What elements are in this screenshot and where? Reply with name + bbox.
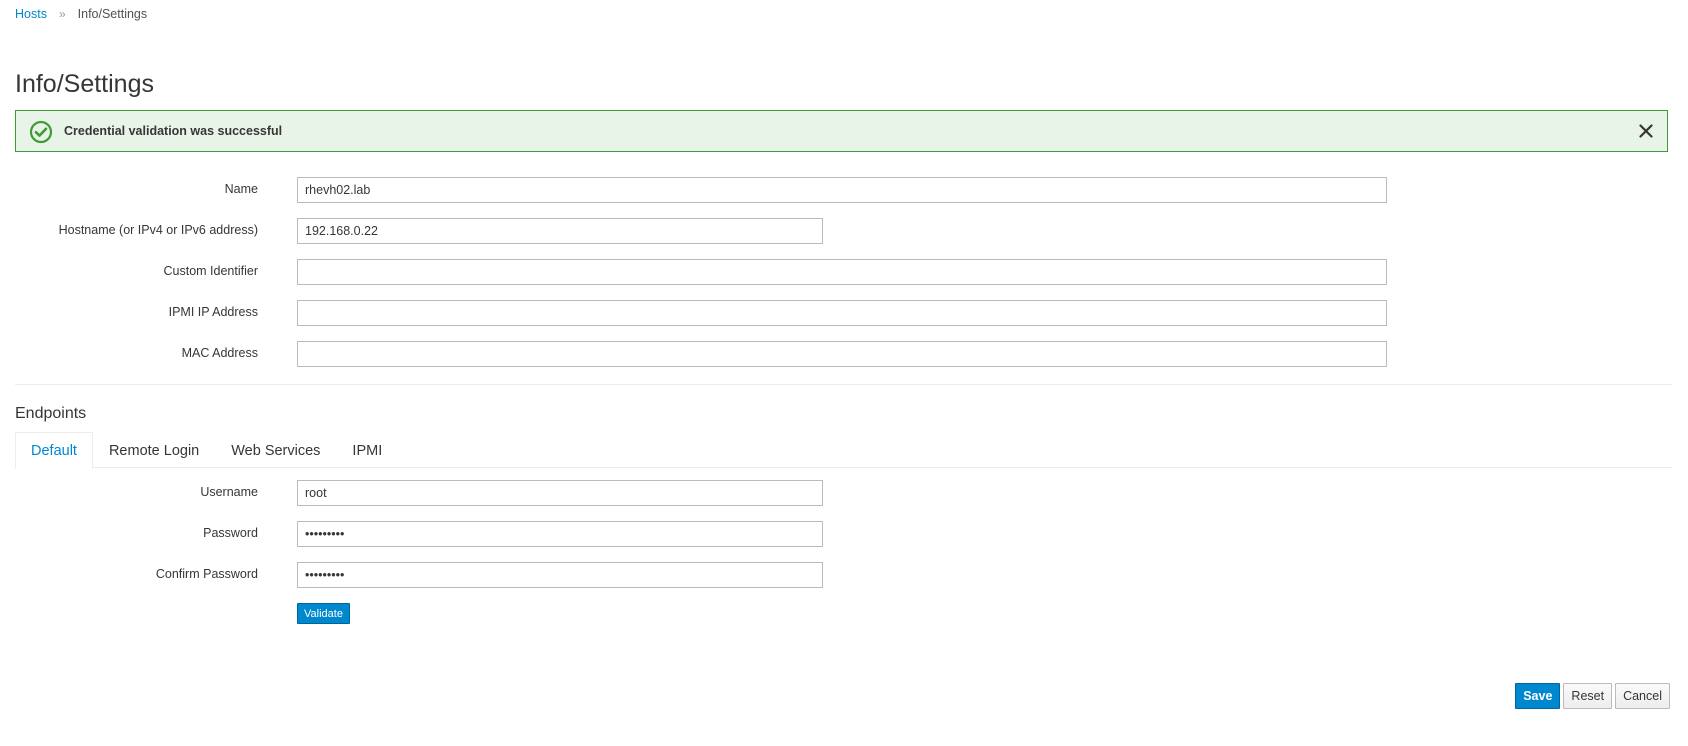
password-input[interactable] — [297, 521, 823, 547]
mac-address-input[interactable] — [297, 341, 1387, 367]
tab-web-services[interactable]: Web Services — [215, 432, 336, 468]
mac-address-label: MAC Address — [181, 346, 258, 360]
confirm-password-input[interactable] — [297, 562, 823, 588]
breadcrumb-hosts-link[interactable]: Hosts — [15, 7, 47, 21]
endpoints-tabs: Default Remote Login Web Services IPMI — [15, 432, 1672, 469]
form-row-ipmi-ip: IPMI IP Address — [0, 300, 1688, 326]
close-icon[interactable] — [1637, 122, 1655, 140]
page: Hosts » Info/Settings Info/Settings Cred… — [0, 0, 1688, 746]
validate-button[interactable]: Validate — [297, 603, 350, 624]
breadcrumb-separator: » — [58, 7, 66, 21]
cancel-button[interactable]: Cancel — [1615, 683, 1670, 709]
form-row-custom-identifier: Custom Identifier — [0, 259, 1688, 285]
tab-default[interactable]: Default — [15, 432, 93, 469]
hostname-input[interactable] — [297, 218, 823, 244]
endpoints-title: Endpoints — [15, 405, 87, 422]
check-circle-icon — [29, 120, 53, 144]
username-label: Username — [200, 485, 258, 499]
alert-message: Credential validation was successful — [64, 124, 283, 138]
save-button[interactable]: Save — [1515, 683, 1561, 709]
form-row-password: Password — [0, 521, 1688, 547]
footer-buttons: Save Reset Cancel — [1515, 683, 1670, 709]
tab-ipmi[interactable]: IPMI — [336, 432, 398, 468]
confirm-password-label: Confirm Password — [155, 567, 258, 581]
ipmi-ip-input[interactable] — [297, 300, 1387, 326]
password-label: Password — [203, 526, 258, 540]
form-row-hostname: Hostname (or IPv4 or IPv6 address) — [0, 218, 1688, 244]
form-row-confirm-password: Confirm Password — [0, 562, 1688, 588]
hostname-label: Hostname (or IPv4 or IPv6 address) — [58, 223, 258, 237]
breadcrumb-current: Info/Settings — [77, 7, 148, 21]
custom-identifier-label: Custom Identifier — [163, 264, 258, 278]
username-input[interactable] — [297, 480, 823, 506]
name-input[interactable] — [297, 177, 1387, 203]
breadcrumb: Hosts » Info/Settings — [15, 7, 147, 21]
custom-identifier-input[interactable] — [297, 259, 1387, 285]
tab-remote-login[interactable]: Remote Login — [93, 432, 215, 468]
reset-button[interactable]: Reset — [1563, 683, 1613, 709]
form-row-mac-address: MAC Address — [0, 341, 1688, 367]
section-divider — [15, 384, 1672, 385]
success-alert: Credential validation was successful — [15, 110, 1668, 152]
form-row-name: Name — [0, 177, 1688, 203]
form-row-username: Username — [0, 480, 1688, 506]
page-title: Info/Settings — [15, 70, 154, 98]
name-label: Name — [224, 182, 258, 196]
ipmi-ip-label: IPMI IP Address — [168, 305, 258, 319]
